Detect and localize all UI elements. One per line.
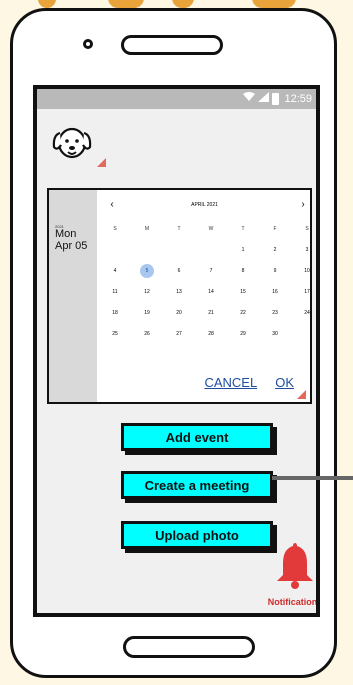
calendar-day[interactable]: 1 <box>227 239 259 260</box>
calendar-day[interactable]: 23 <box>259 302 291 323</box>
calendar-day[interactable]: 26 <box>131 323 163 344</box>
weekday-header: M <box>144 225 150 232</box>
selected-month-day: Apr 05 <box>55 240 88 252</box>
calendar-day[interactable]: 11 <box>99 281 131 302</box>
link-arrow-icon <box>97 154 106 167</box>
weekday-header: S <box>113 225 117 232</box>
calendar-day[interactable]: 25 <box>99 323 131 344</box>
calendar-day-selected[interactable]: 5 <box>131 260 163 281</box>
flow-connector <box>272 476 353 480</box>
brand-shape <box>252 0 296 8</box>
calendar-empty-cell <box>163 239 195 260</box>
calendar-day[interactable]: 10 <box>291 260 316 281</box>
calendar-day[interactable]: 24 <box>291 302 316 323</box>
selected-day-marker: 5 <box>140 263 154 278</box>
phone-screen: 12:59 2021 Mon Apr 05 ‹ APRIL 2021 › S M… <box>33 85 320 617</box>
front-camera <box>83 39 93 49</box>
calendar-day[interactable]: 14 <box>195 281 227 302</box>
brand-shape <box>38 0 56 8</box>
signal-icon <box>258 92 270 105</box>
calendar-empty-cell <box>195 239 227 260</box>
earpiece-speaker <box>121 35 223 55</box>
calendar-day[interactable]: 3 <box>291 239 316 260</box>
weekday-header: T <box>177 225 181 232</box>
status-time: 12:59 <box>284 92 312 105</box>
calendar-day[interactable]: 2 <box>259 239 291 260</box>
calendar-day[interactable]: 4 <box>99 260 131 281</box>
calendar-day[interactable]: 29 <box>227 323 259 344</box>
calendar-empty-cell <box>99 239 131 260</box>
calendar-empty-cell <box>131 239 163 260</box>
calendar-empty-cell <box>291 323 316 344</box>
calendar-day[interactable]: 21 <box>195 302 227 323</box>
weekday-header: W <box>208 225 214 232</box>
upload-photo-button[interactable]: Upload photo <box>121 521 273 549</box>
calendar-day[interactable]: 7 <box>195 260 227 281</box>
date-picker-header: 2021 Mon Apr 05 <box>49 190 97 402</box>
link-arrow-icon <box>297 386 306 399</box>
calendar-day[interactable]: 17 <box>291 281 316 302</box>
calendar-day[interactable]: 28 <box>195 323 227 344</box>
notifications-label: Notifications <box>267 597 320 607</box>
create-meeting-button[interactable]: Create a meeting <box>121 471 273 499</box>
calendar-day[interactable]: 9 <box>259 260 291 281</box>
cancel-button[interactable]: CANCEL <box>204 375 257 390</box>
picker-selected-date: Mon Apr 05 <box>55 228 87 252</box>
calendar-day[interactable]: 22 <box>227 302 259 323</box>
selected-weekday: Mon <box>55 228 77 240</box>
add-event-button[interactable]: Add event <box>121 423 273 451</box>
brand-shape <box>172 0 194 8</box>
calendar-day[interactable]: 27 <box>163 323 195 344</box>
calendar-day[interactable]: 20 <box>163 302 195 323</box>
calendar-month-title: APRIL 2021 <box>191 202 218 208</box>
calendar-day[interactable]: 12 <box>131 281 163 302</box>
ok-button[interactable]: OK <box>275 375 294 390</box>
weekday-header: T <box>241 225 245 232</box>
calendar-grid: S M T W T F S 1 2 3 4 5 6 7 8 9 10 11 12 13 14 15 16 17 18 19 20 21… <box>99 218 310 344</box>
calendar-day[interactable]: 8 <box>227 260 259 281</box>
weekday-header: F <box>273 225 277 232</box>
dialog-actions: CANCEL OK <box>204 375 294 390</box>
calendar-header: ‹ APRIL 2021 › <box>99 198 310 212</box>
battery-icon <box>272 92 280 105</box>
calendar-day[interactable]: 16 <box>259 281 291 302</box>
notifications-button[interactable]: Notifications <box>263 541 320 611</box>
calendar-day[interactable]: 15 <box>227 281 259 302</box>
status-bar: 12:59 <box>37 89 316 109</box>
calendar-day[interactable]: 18 <box>99 302 131 323</box>
date-picker-dialog: 2021 Mon Apr 05 ‹ APRIL 2021 › SMTWTFS12… <box>47 188 312 404</box>
phone-frame: 12:59 2021 Mon Apr 05 ‹ APRIL 2021 › S M… <box>10 8 337 678</box>
calendar-day[interactable]: 30 <box>259 323 291 344</box>
weekday-header: S <box>305 225 309 232</box>
home-button[interactable] <box>123 636 255 658</box>
brand-shape <box>108 0 144 8</box>
wifi-icon <box>243 92 256 105</box>
chevron-right-icon[interactable]: › <box>296 198 310 212</box>
calendar-day[interactable]: 13 <box>163 281 195 302</box>
dog-face-icon[interactable] <box>51 121 93 163</box>
calendar-day[interactable]: 6 <box>163 260 195 281</box>
calendar-day[interactable]: 19 <box>131 302 163 323</box>
